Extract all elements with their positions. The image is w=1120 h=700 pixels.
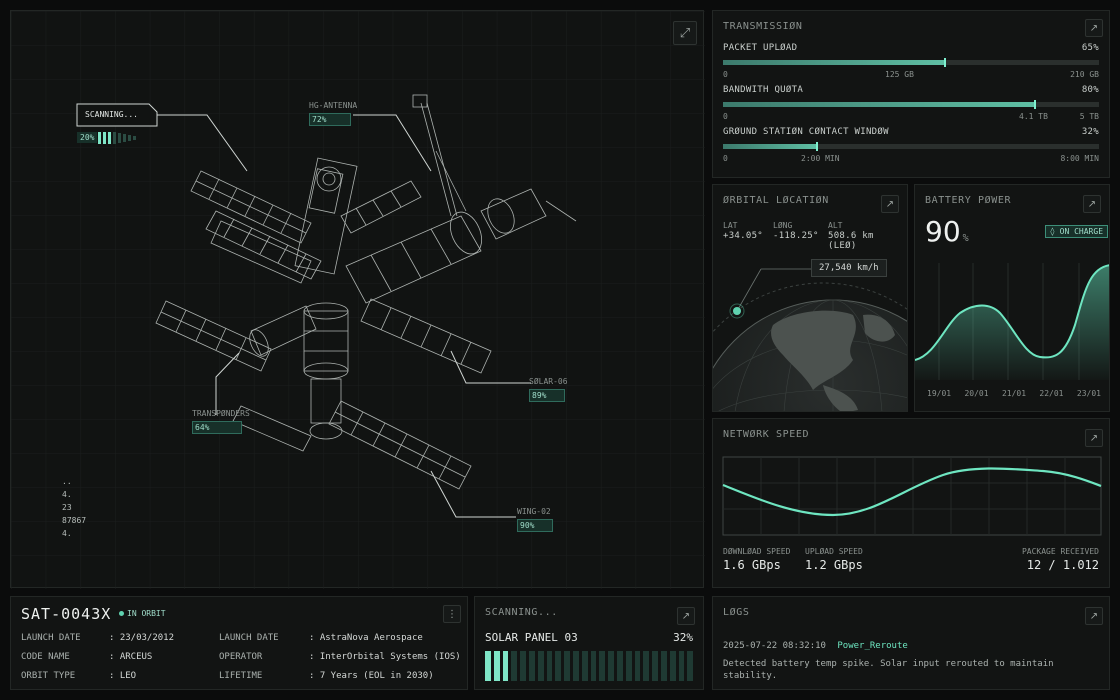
- scan-segment: [511, 651, 518, 681]
- scan-segment: [572, 651, 579, 681]
- scanning-label: SCANNING...: [85, 110, 138, 119]
- transmission-row: GRØUND STATIØN CØNTACT WINDØW 32% 0 2:00…: [723, 127, 1099, 163]
- progress-bar: [723, 58, 1099, 67]
- info-field: LAUNCH DATE: [21, 633, 81, 643]
- upload-speed: 1.2 GBps: [805, 558, 863, 572]
- log-message: Detected battery temp spike. Solar input…: [723, 659, 1054, 681]
- transmission-panel: TRANSMISSIØN ↗ PACKET UPLØAD 65% 0 125 G…: [712, 10, 1110, 178]
- progress-bar: [723, 142, 1099, 151]
- scan-segment: [660, 651, 667, 681]
- arrow-up-right-icon[interactable]: ↗: [1085, 607, 1103, 625]
- network-speed-panel: NETWØRK SPEED ↗ DØWNLØAD SPEED 1.6 GBps …: [712, 418, 1110, 588]
- transmission-title: TRANSMISSIØN: [723, 21, 803, 32]
- progress-fill: [723, 60, 945, 65]
- scan-segment: [528, 651, 535, 681]
- data-readout: .. 4. 23 87867 4.: [62, 477, 87, 538]
- scan-segment: [652, 651, 658, 681]
- arrow-up-right-icon[interactable]: ↗: [1085, 19, 1103, 37]
- progress-fill: [723, 144, 817, 149]
- battery-power-panel: BATTERY PØWER ↗ 90 % ◊ ON CHARGE 19/01 2…: [914, 184, 1110, 412]
- scan-segment: [599, 651, 606, 681]
- scan-segment: [687, 651, 694, 681]
- scan-segment: [502, 651, 509, 681]
- callout-solar-06: SØLAR-06 89%: [529, 377, 568, 402]
- scan-segment: [678, 651, 685, 681]
- scan-segment: [634, 651, 641, 681]
- scan-segment: [537, 651, 544, 681]
- scanning-panel: SCANNING... ↗ SOLAR PANEL 03 32%: [474, 596, 704, 690]
- scanning-title: SCANNING...: [485, 607, 558, 618]
- progress-fill: [723, 102, 1036, 107]
- log-time: 2025-07-22 08:32:10: [723, 641, 826, 651]
- scan-segment: [608, 651, 614, 681]
- scan-segment: [485, 651, 491, 681]
- scan-segment: [616, 651, 623, 681]
- satellite-id: SAT-0043X: [21, 605, 112, 623]
- progress-marker: [816, 142, 818, 151]
- scan-segment: [555, 651, 562, 681]
- log-entry: 2025-07-22 08:32:10 Power_Reroute: [723, 641, 908, 651]
- scan-segment: [643, 651, 650, 681]
- transmission-row: PACKET UPLØAD 65% 0 125 GB 210 GB: [723, 43, 1099, 79]
- scan-segment: [493, 651, 500, 681]
- scanning-callout: [76, 94, 577, 518]
- satellite-viewer: ⤢ SCANNING... 20% HG-ANTENNA 72% SØLAR-0…: [10, 10, 705, 589]
- arrow-up-right-icon[interactable]: ↗: [677, 607, 695, 625]
- logs-title: LØGS: [723, 607, 750, 618]
- callout-wing-02: WING-02 90%: [517, 507, 553, 532]
- scan-segment: [625, 651, 632, 681]
- scan-segment: [564, 651, 570, 681]
- satellite-info-panel: SAT-0043X IN ORBIT ⋮ LAUNCH DATE : 23/03…: [10, 596, 468, 690]
- solar-array-middle: [210, 220, 492, 374]
- scan-segment: [590, 651, 597, 681]
- scan-segment: [546, 651, 553, 681]
- scanning-ticks: [98, 132, 136, 144]
- vertical-dots-icon[interactable]: ⋮: [443, 605, 461, 623]
- log-event: Power_Reroute: [837, 641, 908, 651]
- callout-transponders: TRANSPØNDERS 64%: [192, 409, 250, 434]
- solar-array-lower-left: [155, 300, 272, 372]
- progress-bar: [723, 100, 1099, 109]
- scan-segment: [669, 651, 676, 681]
- status-badge: IN ORBIT: [119, 609, 166, 618]
- solar-array-lower-right: [328, 400, 472, 490]
- progress-marker: [943, 58, 946, 67]
- scanning-percent: 20%: [77, 132, 98, 143]
- download-speed: 1.6 GBps: [723, 558, 781, 572]
- solar-array-upper-right: [340, 180, 422, 234]
- scan-percent: 32%: [673, 631, 693, 644]
- battery-axis: 19/01 20/01 21/01 22/01 23/01: [927, 389, 1101, 398]
- callout-hg-antenna: HG-ANTENNA 72%: [309, 101, 358, 126]
- scan-progress-bars: [485, 651, 694, 681]
- scan-segment: [520, 651, 526, 681]
- transmission-row: BANDWITH QUØTA 80% 0 4.1 TB 5 TB: [723, 85, 1099, 121]
- progress-marker: [1034, 100, 1037, 109]
- scan-segment: [581, 651, 588, 681]
- orbital-location-panel: ØRBITAL LØCATIØN ↗ LAT +34.05° LØNG -118…: [712, 184, 908, 412]
- battery-chart: [915, 263, 1109, 380]
- package-received: 12 / 1.012: [1026, 558, 1099, 572]
- globe-map: [713, 268, 907, 411]
- logs-panel: LØGS ↗ 2025-07-22 08:32:10 Power_Reroute…: [712, 596, 1110, 690]
- orbital-speed: 27,540 km/h: [811, 259, 887, 277]
- scan-target: SOLAR PANEL 03: [485, 631, 578, 644]
